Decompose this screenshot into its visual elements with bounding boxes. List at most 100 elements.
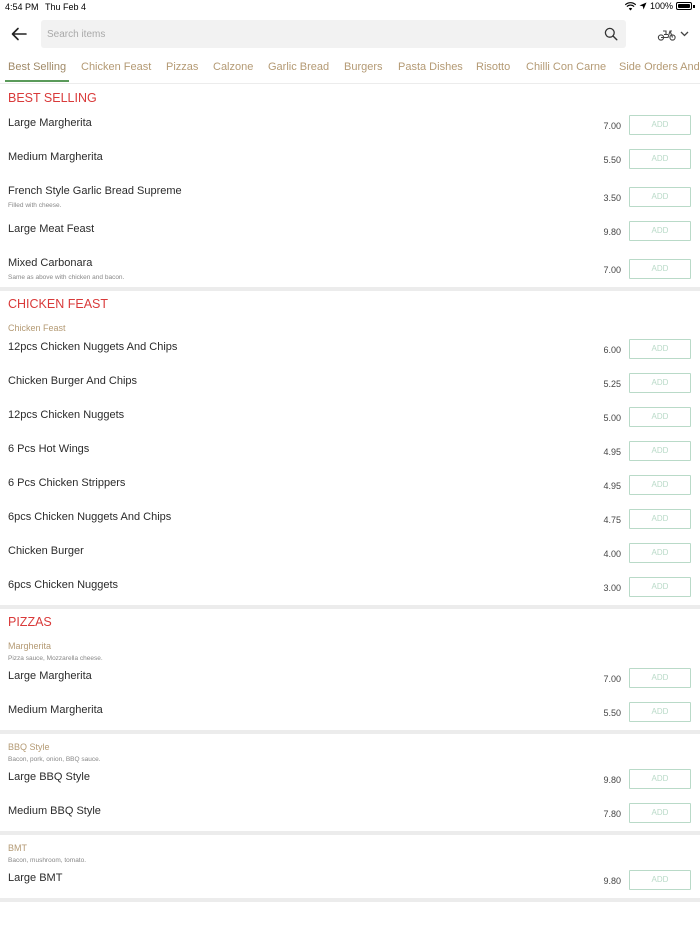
item-price: 7.00	[603, 121, 621, 131]
item-price: 4.95	[603, 447, 621, 457]
item-price: 6.00	[603, 345, 621, 355]
item-price: 3.00	[603, 583, 621, 593]
tab-chilli-con-carne[interactable]: Chilli Con Carne	[526, 61, 606, 73]
add-button[interactable]: ADD	[629, 149, 691, 169]
item-price: 5.50	[603, 708, 621, 718]
add-button[interactable]: ADD	[629, 577, 691, 597]
section-title: BEST SELLING	[8, 91, 97, 105]
tab-risotto[interactable]: Risotto	[476, 61, 510, 73]
item-price: 9.80	[603, 775, 621, 785]
subcategory-description: Pizza sauce, Mozzarella cheese.	[8, 655, 103, 662]
subcategory-title: Chicken Feast	[8, 323, 66, 333]
subcategory-header: BBQ Style Bacon, pork, onion, BBQ sauce.	[0, 742, 700, 763]
add-button[interactable]: ADD	[629, 543, 691, 563]
item-name: 6 Pcs Hot Wings	[8, 443, 90, 455]
group-divider	[0, 730, 700, 734]
menu-item[interactable]: 12pcs Chicken Nuggets And Chips 6.00 ADD	[0, 333, 700, 367]
back-arrow-icon[interactable]	[9, 24, 29, 44]
status-time: 4:54 PM	[5, 2, 39, 12]
menu-item[interactable]: Medium BBQ Style 7.80 ADD	[0, 797, 700, 831]
item-name: 6pcs Chicken Nuggets And Chips	[8, 511, 172, 523]
add-button[interactable]: ADD	[629, 259, 691, 279]
menu-item[interactable]: 6pcs Chicken Nuggets And Chips 4.75 ADD	[0, 503, 700, 537]
add-button[interactable]: ADD	[629, 407, 691, 427]
menu-item[interactable]: Large Meat Feast 9.80 ADD	[0, 215, 700, 249]
add-button[interactable]: ADD	[629, 668, 691, 688]
add-button[interactable]: ADD	[629, 221, 691, 241]
menu-item[interactable]: Large BBQ Style 9.80 ADD	[0, 763, 700, 797]
menu-section: BEST SELLING Large Margherita 7.00 ADD Mediu…	[0, 85, 700, 291]
add-button[interactable]: ADD	[629, 441, 691, 461]
item-price: 3.50	[603, 193, 621, 203]
category-tabs: Best Selling Chicken Feast Pizzas Calzone Ga…	[0, 58, 700, 84]
menu-item[interactable]: Large Margherita 7.00 ADD	[0, 109, 700, 143]
section-title: PIZZAS	[8, 615, 52, 629]
menu-item[interactable]: Medium Margherita 5.50 ADD	[0, 696, 700, 730]
battery-percent: 100%	[649, 1, 673, 11]
tab-pizzas[interactable]: Pizzas	[166, 61, 198, 73]
menu-section: CHICKEN FEAST Chicken Feast 12pcs Chicken …	[0, 291, 700, 609]
item-name: Large BMT	[8, 872, 63, 884]
search-input[interactable]	[41, 20, 581, 48]
menu-item[interactable]: 12pcs Chicken Nuggets 5.00 ADD	[0, 401, 700, 435]
add-button[interactable]: ADD	[629, 870, 691, 890]
battery-icon	[676, 2, 692, 10]
tab-burgers[interactable]: Burgers	[344, 61, 383, 73]
tab-calzone[interactable]: Calzone	[213, 61, 253, 73]
item-price: 7.00	[603, 265, 621, 275]
menu-item[interactable]: Medium Margherita 5.50 ADD	[0, 143, 700, 177]
add-button[interactable]: ADD	[629, 509, 691, 529]
item-price: 5.50	[603, 155, 621, 165]
menu-item[interactable]: Large Margherita 7.00 ADD	[0, 662, 700, 696]
tab-pasta-dishes[interactable]: Pasta Dishes	[398, 61, 463, 73]
add-button[interactable]: ADD	[629, 373, 691, 393]
item-name: 12pcs Chicken Nuggets	[8, 409, 125, 421]
chevron-down-icon	[680, 31, 689, 37]
menu-item[interactable]: French Style Garlic Bread Supreme Filled …	[0, 177, 700, 215]
delivery-mode-selector[interactable]	[657, 24, 693, 44]
search-icon[interactable]	[604, 27, 618, 41]
top-bar	[0, 18, 700, 50]
add-button[interactable]: ADD	[629, 769, 691, 789]
subcategory-description: Bacon, mushroom, tomato.	[8, 857, 87, 864]
subcategory-header: Margherita Pizza sauce, Mozzarella cheese…	[0, 641, 700, 662]
menu-item[interactable]: Chicken Burger And Chips 5.25 ADD	[0, 367, 700, 401]
subcategory-title: BBQ Style	[8, 742, 50, 752]
item-name: French Style Garlic Bread Supreme	[8, 185, 182, 197]
item-name: 6 Pcs Chicken Strippers	[8, 477, 126, 489]
menu-item[interactable]: 6 Pcs Chicken Strippers 4.95 ADD	[0, 469, 700, 503]
tab-garlic-bread[interactable]: Garlic Bread	[268, 61, 329, 73]
menu-item[interactable]: 6pcs Chicken Nuggets 3.00 ADD	[0, 571, 700, 605]
menu-item[interactable]: Mixed Carbonara Same as above with chicke…	[0, 249, 700, 287]
status-bar: 4:54 PM Thu Feb 4 100%	[0, 0, 700, 14]
menu-item[interactable]: Large BMT 9.80 ADD	[0, 864, 700, 898]
item-price: 4.75	[603, 515, 621, 525]
item-price: 5.25	[603, 379, 621, 389]
add-button[interactable]: ADD	[629, 803, 691, 823]
group-divider	[0, 831, 700, 835]
subcategory-description: Bacon, pork, onion, BBQ sauce.	[8, 756, 101, 763]
add-button[interactable]: ADD	[629, 115, 691, 135]
item-price: 9.80	[603, 876, 621, 886]
tab-best-selling[interactable]: Best Selling	[8, 61, 66, 73]
item-price: 7.00	[603, 674, 621, 684]
subcategory-header: Chicken Feast	[0, 323, 700, 333]
menu-item[interactable]: Chicken Burger 4.00 ADD	[0, 537, 700, 571]
item-price: 5.00	[603, 413, 621, 423]
add-button[interactable]: ADD	[629, 339, 691, 359]
item-price: 4.00	[603, 549, 621, 559]
item-name: Large Margherita	[8, 117, 92, 129]
menu-list: BEST SELLING Large Margherita 7.00 ADD Mediu…	[0, 85, 700, 934]
add-button[interactable]: ADD	[629, 475, 691, 495]
item-price: 4.95	[603, 481, 621, 491]
add-button[interactable]: ADD	[629, 702, 691, 722]
search-box	[41, 20, 626, 48]
menu-item[interactable]: 6 Pcs Hot Wings 4.95 ADD	[0, 435, 700, 469]
item-price: 7.80	[603, 809, 621, 819]
tab-chicken-feast[interactable]: Chicken Feast	[81, 61, 151, 73]
item-name: Medium Margherita	[8, 704, 103, 716]
item-name: Large Margherita	[8, 670, 92, 682]
add-button[interactable]: ADD	[629, 187, 691, 207]
tab-side-orders-and[interactable]: Side Orders And	[619, 61, 700, 73]
item-name: Chicken Burger	[8, 545, 84, 557]
